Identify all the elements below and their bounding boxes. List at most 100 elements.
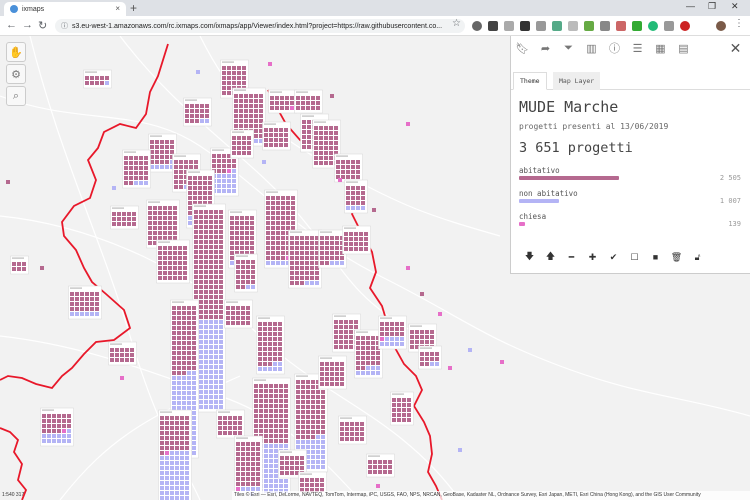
map-project-cluster[interactable] xyxy=(230,129,254,159)
map-project-cluster[interactable] xyxy=(294,89,323,114)
settings-icon[interactable]: ▤ xyxy=(672,38,695,58)
map-project-cluster[interactable] xyxy=(183,97,212,127)
map-project-cluster[interactable] xyxy=(342,225,371,255)
map-project-marker[interactable] xyxy=(406,122,410,126)
map-project-marker[interactable] xyxy=(262,160,266,164)
new-tab-button[interactable]: + xyxy=(130,1,137,15)
map-project-cluster[interactable] xyxy=(268,89,297,114)
extension-icon[interactable] xyxy=(680,21,690,31)
map-project-cluster[interactable] xyxy=(366,453,395,478)
map-project-cluster[interactable] xyxy=(156,239,190,284)
trash-icon[interactable]: 🗑︎ xyxy=(666,250,687,264)
map-project-cluster[interactable] xyxy=(234,435,263,495)
extension-icon[interactable] xyxy=(616,21,626,31)
map-project-cluster[interactable] xyxy=(40,407,74,447)
map-project-marker[interactable] xyxy=(420,292,424,296)
tab-map-layer[interactable]: Map Layer xyxy=(553,72,601,90)
reload-icon[interactable]: ↻ xyxy=(38,19,47,32)
minus-icon[interactable]: ━ xyxy=(561,250,582,264)
square-outline-icon[interactable]: ☐ xyxy=(624,250,645,264)
map-project-cluster[interactable] xyxy=(10,255,29,275)
map-project-marker[interactable] xyxy=(112,186,116,190)
plus-icon[interactable]: ✚ xyxy=(582,250,603,264)
category-row[interactable]: non abitativo 1 007 xyxy=(519,189,741,213)
map-project-cluster[interactable] xyxy=(234,253,258,293)
extension-icon[interactable] xyxy=(472,21,482,31)
map-project-cluster[interactable] xyxy=(344,179,368,214)
table-icon[interactable]: ▦ xyxy=(649,38,672,58)
map-project-cluster[interactable] xyxy=(110,205,139,230)
extension-icon[interactable] xyxy=(552,21,562,31)
settings-icon[interactable]: ⚙ xyxy=(6,64,26,84)
share-icon[interactable]: ➦ xyxy=(534,38,557,58)
arrow-down-icon[interactable]: 🡇 xyxy=(519,250,540,264)
map-project-marker[interactable] xyxy=(40,266,44,270)
map-project-marker[interactable] xyxy=(438,312,442,316)
map-project-cluster[interactable] xyxy=(378,315,407,350)
bookmark-icon[interactable]: 🔖︎ xyxy=(511,38,534,58)
tab-theme[interactable]: Theme xyxy=(513,72,547,90)
map-project-marker[interactable] xyxy=(372,208,376,212)
map-project-cluster[interactable] xyxy=(68,285,102,320)
pan-hand-icon[interactable]: ✋ xyxy=(6,42,26,62)
extension-icon[interactable] xyxy=(520,21,530,31)
list-icon[interactable]: ☰ xyxy=(626,38,649,58)
map-project-cluster[interactable] xyxy=(122,149,151,189)
map-project-cluster[interactable] xyxy=(338,415,367,445)
map-project-marker[interactable] xyxy=(500,360,504,364)
map-project-marker[interactable] xyxy=(330,94,334,98)
map-project-marker[interactable] xyxy=(458,448,462,452)
map-project-cluster[interactable] xyxy=(216,409,245,439)
arrow-up-icon[interactable]: 🡅 xyxy=(540,250,561,264)
close-icon[interactable]: ✕ xyxy=(724,38,747,58)
map-project-marker[interactable] xyxy=(406,266,410,270)
extension-icon[interactable] xyxy=(600,21,610,31)
extension-icon[interactable] xyxy=(536,21,546,31)
tab-close-icon[interactable]: × xyxy=(115,4,120,13)
map-project-cluster[interactable] xyxy=(108,341,137,366)
map-project-cluster[interactable] xyxy=(318,355,347,390)
extension-icon[interactable] xyxy=(632,21,642,31)
extension-icon[interactable] xyxy=(488,21,498,31)
filter-icon[interactable]: ⏷ xyxy=(557,38,580,58)
check-icon[interactable]: ✔ xyxy=(603,250,624,264)
browser-tab[interactable]: ixmaps × xyxy=(4,2,126,16)
info-icon[interactable]: ⓘ xyxy=(61,21,68,31)
map-project-cluster[interactable] xyxy=(262,121,291,151)
map-project-marker[interactable] xyxy=(6,180,10,184)
map-project-marker[interactable] xyxy=(268,62,272,66)
back-icon[interactable]: ← xyxy=(6,19,17,31)
extension-icon[interactable] xyxy=(648,21,658,31)
map-project-cluster[interactable] xyxy=(224,299,253,329)
forward-icon[interactable]: → xyxy=(22,19,33,31)
extension-icon[interactable] xyxy=(568,21,578,31)
profile-avatar[interactable] xyxy=(716,21,726,31)
map-project-cluster[interactable] xyxy=(288,229,322,289)
info-icon[interactable]: ⓘ xyxy=(603,38,626,58)
square-filled-icon[interactable]: ■ xyxy=(645,250,666,264)
extension-icon[interactable] xyxy=(504,21,514,31)
menu-icon[interactable]: ⋮ xyxy=(734,18,744,29)
extension-icon[interactable] xyxy=(584,21,594,31)
bookmark-star-icon[interactable]: ☆ xyxy=(452,18,461,29)
map-project-marker[interactable] xyxy=(448,366,452,370)
map-project-marker[interactable] xyxy=(196,70,200,74)
map-project-cluster[interactable] xyxy=(256,315,285,375)
map-project-cluster[interactable] xyxy=(83,69,112,89)
map-icon[interactable]: ▥ xyxy=(580,38,603,58)
map-project-marker[interactable] xyxy=(468,348,472,352)
map-project-marker[interactable] xyxy=(338,178,342,182)
map-project-cluster[interactable] xyxy=(334,153,363,183)
map-project-cluster[interactable] xyxy=(390,391,414,426)
map-project-marker[interactable] xyxy=(376,484,380,488)
window-maximize-button[interactable]: ❐ xyxy=(708,1,716,12)
category-row[interactable]: abitativo 2 505 xyxy=(519,166,741,190)
map-project-marker[interactable] xyxy=(120,376,124,380)
address-bar[interactable]: ⓘ s3.eu-west-1.amazonaws.com/rc.ixmaps.c… xyxy=(55,19,465,33)
window-close-button[interactable]: ✕ xyxy=(731,1,739,12)
window-minimize-button[interactable]: — xyxy=(686,1,695,11)
extension-icon[interactable] xyxy=(664,21,674,31)
category-row[interactable]: chiesa 139 xyxy=(519,212,741,236)
search-icon[interactable]: ⌕ xyxy=(6,86,26,106)
unlock-icon[interactable]: 🔓︎ xyxy=(687,250,708,264)
